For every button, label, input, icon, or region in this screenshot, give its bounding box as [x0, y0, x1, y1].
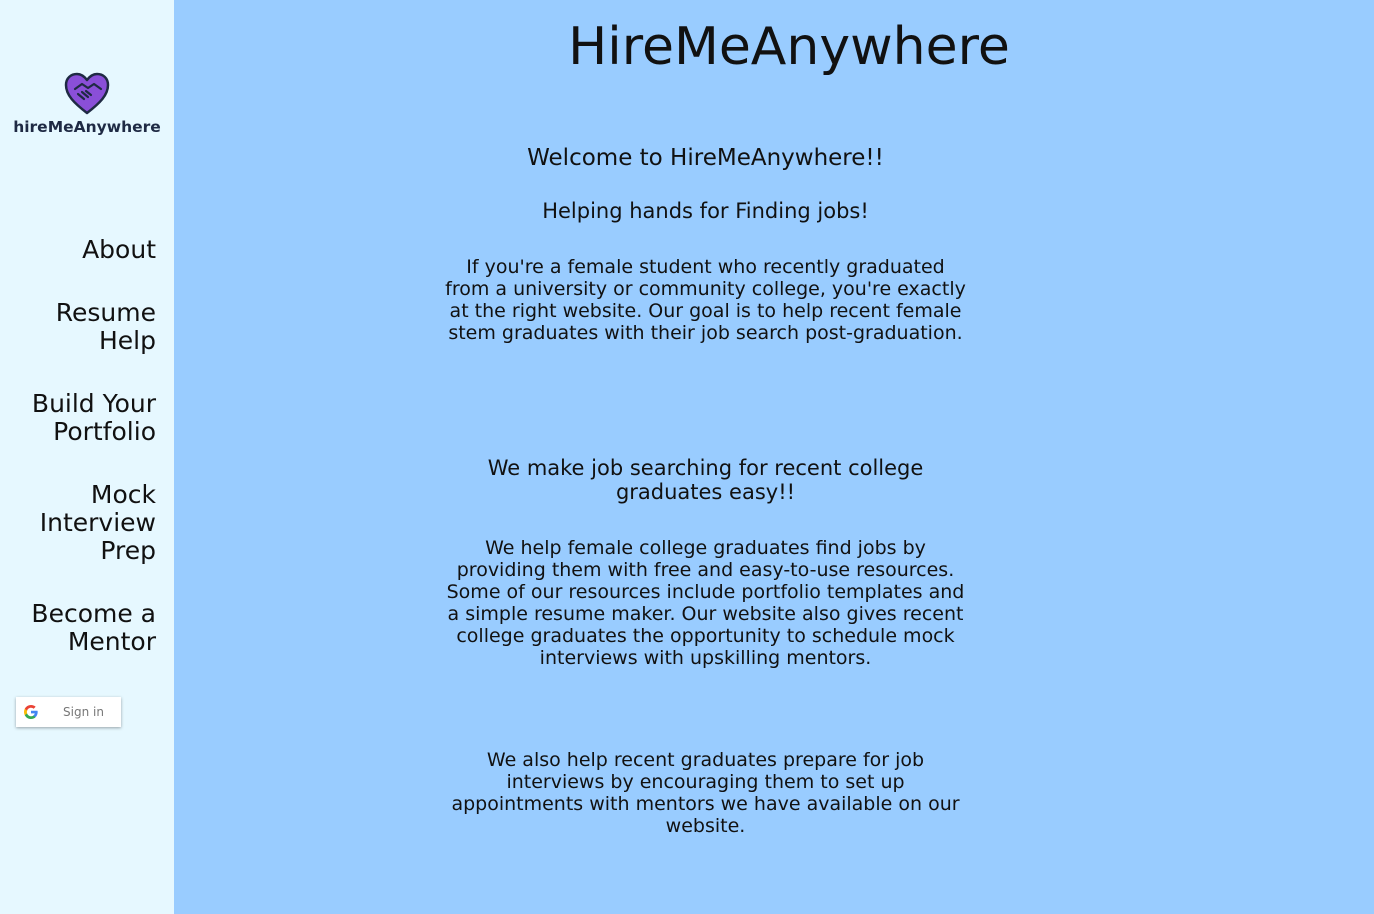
nav-about[interactable]: About: [0, 236, 156, 264]
nav-about-label: About: [82, 235, 156, 264]
nav-resume-help[interactable]: Resume Help: [0, 299, 156, 355]
page: hireMeAnywhere About Resume Help Build Y…: [0, 0, 1374, 914]
nav-build-portfolio-line2: Portfolio: [53, 417, 156, 446]
sidebar-nav: About Resume Help Build Your Portfolio M…: [0, 236, 156, 691]
help-paragraph: We help female college graduates find jo…: [446, 537, 965, 669]
nav-become-mentor[interactable]: Become a Mentor: [0, 600, 156, 656]
tagline: Helping hands for Finding jobs!: [542, 199, 869, 223]
page-title: HireMeAnywhere: [568, 17, 1010, 77]
nav-mock-interview-prep[interactable]: Mock Interview Prep: [0, 481, 156, 565]
nav-resume-help-line2: Help: [99, 326, 156, 355]
sidebar: hireMeAnywhere About Resume Help Build Y…: [0, 0, 174, 914]
welcome-heading: Welcome to HireMeAnywhere!!: [527, 145, 884, 171]
heart-handshake-icon: [64, 72, 110, 115]
signin-label: Sign in: [63, 705, 104, 719]
logo-text: hireMeAnywhere: [13, 118, 161, 136]
nav-resume-help-line1: Resume: [55, 298, 156, 327]
logo[interactable]: hireMeAnywhere: [0, 72, 174, 136]
nav-mock-interview-line1: Mock: [90, 480, 156, 509]
google-icon: [24, 705, 38, 719]
intro-paragraph: If you're a female student who recently …: [445, 256, 966, 344]
prep-paragraph: We also help recent graduates prepare fo…: [451, 749, 960, 837]
google-signin-button[interactable]: Sign in: [16, 697, 121, 727]
easy-heading: We make job searching for recent college…: [487, 456, 924, 504]
nav-build-portfolio[interactable]: Build Your Portfolio: [0, 390, 156, 446]
nav-build-portfolio-line1: Build Your: [31, 389, 156, 418]
nav-become-mentor-line2: Mentor: [67, 627, 156, 656]
nav-become-mentor-line1: Become a: [31, 599, 156, 628]
nav-mock-interview-line2: Interview: [39, 508, 156, 537]
nav-mock-interview-line3: Prep: [100, 536, 156, 565]
main-content: HireMeAnywhere Welcome to HireMeAnywhere…: [174, 0, 1374, 914]
